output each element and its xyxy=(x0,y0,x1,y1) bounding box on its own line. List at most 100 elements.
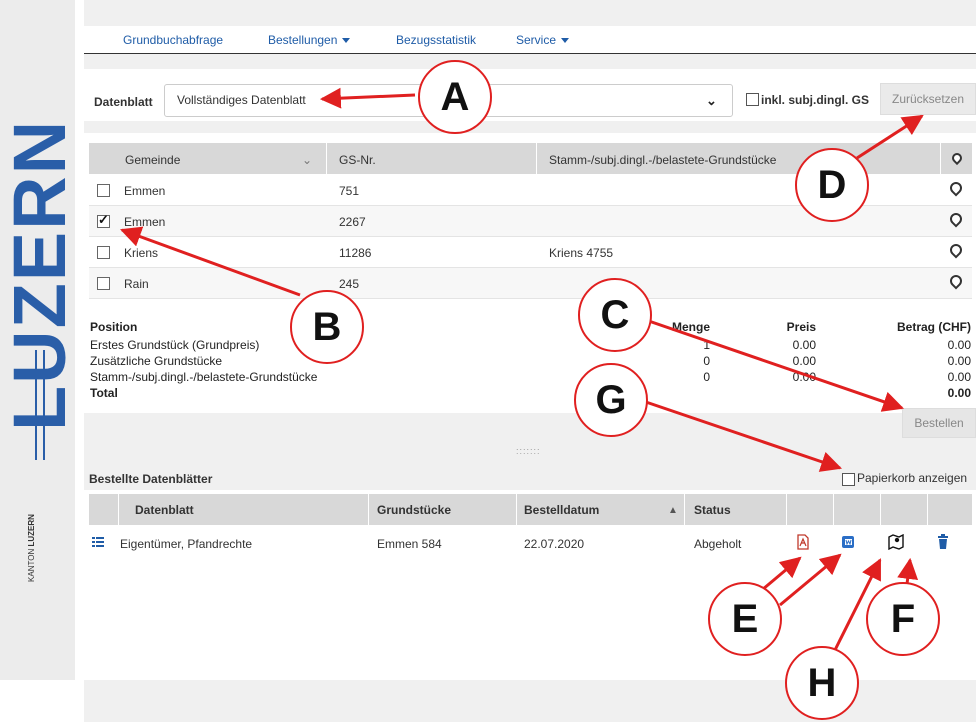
table-row[interactable]: Kriens 11286 Kriens 4755 xyxy=(89,237,972,268)
nav-label: Grundbuchabfrage xyxy=(123,33,224,47)
top-nav: Grundbuchabfrage Bestellungen Bezugsstat… xyxy=(84,26,976,54)
subj-dingl-label: inkl. subj.dingl. GS xyxy=(761,93,870,107)
total-value: 0.00 xyxy=(947,386,971,400)
list-details-icon[interactable] xyxy=(92,536,104,547)
column-header-grundstuecke[interactable]: Grundstücke xyxy=(377,503,451,517)
row-checkbox[interactable] xyxy=(97,212,110,228)
column-divider xyxy=(786,494,787,525)
panel-splitter[interactable]: ::::::: xyxy=(516,446,541,456)
column-divider xyxy=(326,143,327,174)
position-betrag: 0.00 xyxy=(947,370,971,384)
subj-dingl-checkbox[interactable] xyxy=(746,93,759,106)
map-pin-icon[interactable] xyxy=(947,179,965,197)
caret-down-icon xyxy=(342,38,351,44)
brand-small-bottom: LUZERN xyxy=(27,514,36,547)
position-label: Stamm-/subj.dingl.-/belastete-Grundstück… xyxy=(90,370,318,384)
chevron-down-icon[interactable]: ⌄ xyxy=(302,153,312,167)
brand-logo-lines xyxy=(35,350,45,460)
map-pin-icon[interactable] xyxy=(947,272,965,290)
callout-c: C xyxy=(578,278,652,352)
positions-header-preis: Preis xyxy=(786,320,816,334)
column-divider xyxy=(516,494,517,525)
cell-gemeinde: Rain xyxy=(124,277,149,291)
cell-gsnr: 11286 xyxy=(339,246,372,260)
row-checkbox[interactable] xyxy=(97,277,110,290)
callout-d: D xyxy=(795,148,869,222)
callout-a: A xyxy=(418,60,492,134)
column-divider xyxy=(833,494,834,525)
pdf-icon[interactable] xyxy=(795,534,811,550)
nav-bezugsstatistik[interactable]: Bezugsstatistik xyxy=(396,33,476,47)
callout-b: B xyxy=(290,290,364,364)
cell-gsnr: 751 xyxy=(339,184,360,198)
row-checkbox[interactable] xyxy=(97,184,110,197)
nav-label: Service xyxy=(516,33,557,47)
position-label: Erstes Grundstück (Grundpreis) xyxy=(90,338,260,352)
column-divider xyxy=(940,143,941,174)
callout-f: F xyxy=(866,582,940,656)
nav-service[interactable]: Service xyxy=(516,33,570,47)
positions-header-menge: Menge xyxy=(671,320,710,334)
positions-header-position: Position xyxy=(90,320,138,334)
total-label: Total xyxy=(90,386,118,400)
column-header-gsnr[interactable]: GS-Nr. xyxy=(339,153,376,167)
word-document-icon[interactable] xyxy=(840,534,856,550)
column-header-datenblatt[interactable]: Datenblatt xyxy=(135,503,194,517)
column-header-status[interactable]: Status xyxy=(694,503,731,517)
map-pin-icon[interactable] xyxy=(947,241,965,259)
column-header-stamm[interactable]: Stamm-/subj.dingl.-/belastete-Grundstück… xyxy=(549,153,776,167)
nav-label: Bezugsstatistik xyxy=(396,33,477,47)
map-icon[interactable] xyxy=(888,533,904,551)
datenblatt-label: Datenblatt xyxy=(94,95,153,109)
datenblatt-select-value: Vollständiges Datenblatt xyxy=(177,93,306,107)
positions-header-betrag: Betrag (CHF) xyxy=(897,320,971,334)
table-row[interactable]: Rain 245 xyxy=(89,268,972,299)
column-divider xyxy=(684,494,685,525)
caret-down-icon xyxy=(561,38,570,44)
brand-small-top: KANTON xyxy=(27,548,36,582)
cell-gemeinde: Kriens xyxy=(124,246,159,260)
order-datenblatt: Eigentümer, Pfandrechte xyxy=(120,537,253,551)
column-header-gemeinde[interactable]: Gemeinde xyxy=(125,153,180,167)
position-menge: 0 xyxy=(703,354,710,368)
column-divider xyxy=(368,494,369,525)
chevron-down-icon: ⌄ xyxy=(706,93,717,108)
brand-small-logo: KANTON LUZERN xyxy=(24,498,40,598)
cell-gemeinde: Emmen xyxy=(124,184,166,198)
position-preis: 0.00 xyxy=(792,338,816,352)
column-divider xyxy=(880,494,881,525)
map-pin-icon[interactable] xyxy=(947,210,965,228)
papierkorb-checkbox[interactable] xyxy=(842,473,855,486)
position-menge: 1 xyxy=(703,338,710,352)
bestellen-button[interactable]: Bestellen xyxy=(902,408,976,438)
position-preis: 0.00 xyxy=(792,354,816,368)
position-preis: 0.00 xyxy=(792,370,816,384)
sort-asc-icon[interactable]: ▲ xyxy=(668,505,678,516)
papierkorb-label: Papierkorb anzeigen xyxy=(857,471,968,485)
cell-gsnr: 2267 xyxy=(339,215,366,229)
position-betrag: 0.00 xyxy=(947,338,971,352)
position-betrag: 0.00 xyxy=(947,354,971,368)
column-divider xyxy=(927,494,928,525)
bestellte-title: Bestellte Datenblätter xyxy=(89,472,213,486)
nav-bestellungen[interactable]: Bestellungen xyxy=(268,33,351,47)
nav-grundbuchabfrage[interactable]: Grundbuchabfrage xyxy=(123,33,223,47)
header-pin-icon xyxy=(949,150,965,166)
cell-gemeinde: Emmen xyxy=(124,215,166,229)
column-divider xyxy=(118,494,119,525)
callout-h: H xyxy=(785,646,859,720)
nav-label: Bestellungen xyxy=(268,33,338,47)
order-status: Abgeholt xyxy=(694,537,742,551)
row-checkbox[interactable] xyxy=(97,246,110,259)
reset-button[interactable]: Zurücksetzen xyxy=(880,83,976,115)
callout-e: E xyxy=(708,582,782,656)
trash-icon[interactable] xyxy=(935,534,951,550)
cell-stamm: Kriens 4755 xyxy=(549,246,614,260)
callout-g: G xyxy=(574,363,648,437)
position-label: Zusätzliche Grundstücke xyxy=(90,354,223,368)
order-grundstuecke: Emmen 584 xyxy=(377,537,442,551)
column-divider xyxy=(536,143,537,174)
cell-gsnr: 245 xyxy=(339,277,360,291)
column-header-bestelldatum[interactable]: Bestelldatum xyxy=(524,503,599,517)
order-datum: 22.07.2020 xyxy=(524,537,585,551)
